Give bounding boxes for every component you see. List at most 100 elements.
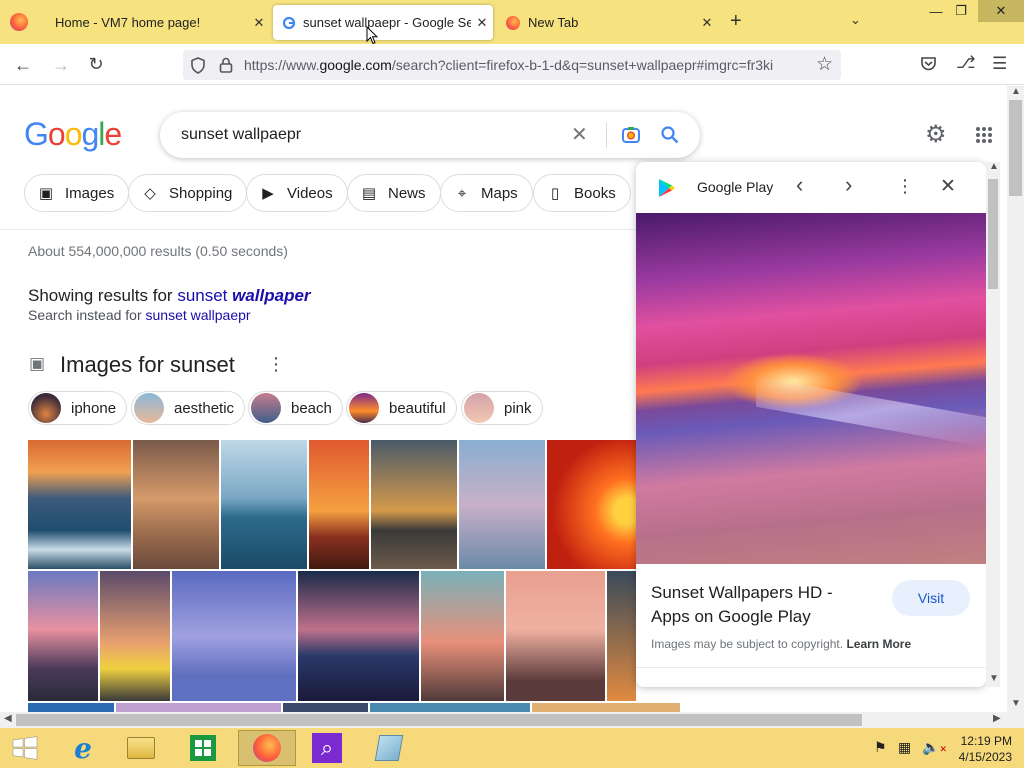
restore-icon[interactable]: ❐ <box>945 0 977 22</box>
image-result[interactable] <box>28 440 131 569</box>
extensions-puzzle-icon[interactable]: ⎇ <box>956 53 976 73</box>
filter-shopping[interactable]: ◇ Shopping <box>128 174 248 212</box>
learn-more-link[interactable]: Learn More <box>846 637 911 651</box>
previous-chevron-icon[interactable]: ‹ <box>796 172 803 198</box>
vertical-scroll-thumb[interactable] <box>1009 100 1022 196</box>
apps-grid-icon[interactable] <box>975 126 993 144</box>
file-explorer-icon[interactable] <box>116 730 166 766</box>
spelling-correction: Showing results for sunset wallpaper <box>28 286 311 305</box>
tab-new[interactable]: New Tab ✕ <box>496 5 718 40</box>
vertical-scrollbar[interactable]: ▲ ▼ <box>1007 86 1024 712</box>
panel-close-icon[interactable]: ✕ <box>940 175 956 198</box>
scroll-up-icon[interactable]: ▲ <box>1011 86 1021 97</box>
scroll-left-icon[interactable]: ◀ <box>4 713 12 724</box>
clock-time: 12:19 PM <box>960 734 1012 748</box>
lock-icon[interactable] <box>219 57 233 73</box>
original-query-link[interactable]: sunset wallpaepr <box>146 307 251 323</box>
url-text[interactable]: https://www.google.com/search?client=fir… <box>244 57 774 73</box>
clock[interactable]: 12:19 PM 4/15/2023 <box>948 733 1012 765</box>
image-result[interactable] <box>421 571 504 701</box>
image-result[interactable] <box>100 571 170 701</box>
refine-chip-pink[interactable]: pink <box>461 391 543 425</box>
filter-videos[interactable]: ▶ Videos <box>246 174 348 212</box>
scroll-up-icon[interactable]: ▲ <box>989 161 999 172</box>
book-icon: ▯ <box>550 185 560 202</box>
panel-more-icon[interactable]: ⋮ <box>896 176 914 197</box>
scroll-down-icon[interactable]: ▼ <box>989 673 999 684</box>
new-tab-plus-icon[interactable]: + <box>730 10 742 33</box>
image-result[interactable] <box>532 703 680 712</box>
store-icon[interactable] <box>178 730 228 766</box>
image-result[interactable] <box>116 703 281 712</box>
image-result[interactable] <box>547 440 636 569</box>
image-result[interactable] <box>506 571 605 701</box>
settings-gear-icon[interactable]: ⚙ <box>925 120 947 149</box>
internet-explorer-icon[interactable]: e <box>58 730 108 766</box>
pocket-icon[interactable] <box>920 56 937 72</box>
horizontal-scroll-thumb[interactable] <box>16 714 862 726</box>
images-section-title: Images for sunset <box>60 352 235 377</box>
image-result[interactable] <box>371 440 457 569</box>
panel-scroll-thumb[interactable] <box>988 179 998 289</box>
refine-chip-aesthetic[interactable]: aesthetic <box>131 391 246 425</box>
address-bar[interactable]: https://www.google.com/search?client=fir… <box>183 50 841 80</box>
image-result[interactable] <box>459 440 545 569</box>
filter-news[interactable]: ▤ News <box>347 174 441 212</box>
search-input[interactable]: sunset wallpaepr <box>181 126 301 144</box>
bookmark-star-icon[interactable]: ☆ <box>816 53 833 76</box>
scroll-down-icon[interactable]: ▼ <box>1011 698 1021 709</box>
image-result[interactable] <box>607 571 636 701</box>
back-arrow-icon[interactable]: ← <box>12 54 34 76</box>
shield-icon[interactable] <box>190 57 206 74</box>
close-icon[interactable]: ✕ <box>471 15 493 31</box>
google-logo[interactable]: Google <box>24 116 122 153</box>
network-icon[interactable]: ▦ <box>898 739 911 756</box>
image-result[interactable] <box>133 440 219 569</box>
firefox-taskbar-icon[interactable] <box>238 730 296 766</box>
search-box[interactable]: sunset wallpaepr ✕ <box>160 112 700 158</box>
filter-maps[interactable]: ⌖ Maps <box>440 174 533 212</box>
chip-thumbnail <box>251 393 281 423</box>
reload-icon[interactable]: ↻ <box>85 53 107 75</box>
refine-chip-iphone[interactable]: iphone <box>28 391 128 425</box>
flag-icon[interactable]: ⚑ <box>874 739 887 756</box>
search-app-icon[interactable]: ⌕ <box>302 730 352 766</box>
filter-books[interactable]: ▯ Books <box>533 174 631 212</box>
window-close-icon[interactable]: ✕ <box>978 0 1024 22</box>
scroll-right-icon[interactable]: ▶ <box>993 713 1001 724</box>
panel-title[interactable]: Sunset Wallpapers HD - Apps on Google Pla… <box>651 581 833 629</box>
volume-muted-icon[interactable]: 🔈✕ <box>922 739 947 756</box>
image-result[interactable] <box>283 703 368 712</box>
image-result[interactable] <box>28 571 98 701</box>
forward-arrow-icon[interactable]: → <box>50 54 72 76</box>
tab-google-search[interactable]: sunset wallpaepr - Google Sear ✕ <box>273 5 493 40</box>
image-result[interactable] <box>298 571 419 701</box>
image-result[interactable] <box>309 440 369 569</box>
corrected-query-link[interactable]: sunset wallpaper <box>177 286 310 305</box>
notepad-icon[interactable] <box>364 730 414 766</box>
filter-images[interactable]: ▣ Images <box>24 174 130 212</box>
panel-source[interactable]: Google Play <box>697 179 773 195</box>
close-icon[interactable]: ✕ <box>696 15 718 31</box>
panel-scrollbar[interactable]: ▲ ▼ <box>986 161 1000 687</box>
more-options-icon[interactable]: ⋮ <box>267 354 285 374</box>
hamburger-menu-icon[interactable]: ☰ <box>992 54 1007 74</box>
image-result[interactable] <box>172 571 296 701</box>
close-icon[interactable]: ✕ <box>248 15 270 31</box>
image-result[interactable] <box>370 703 530 712</box>
search-icon[interactable] <box>660 125 680 145</box>
windows-start-icon[interactable] <box>0 730 50 766</box>
image-result[interactable] <box>28 703 114 712</box>
image-result[interactable] <box>221 440 307 569</box>
visit-button[interactable]: Visit <box>892 580 970 616</box>
camera-lens-icon[interactable] <box>621 125 641 145</box>
tab-home[interactable]: Home - VM7 home page! ✕ <box>44 5 270 40</box>
refine-chip-beach[interactable]: beach <box>248 391 343 425</box>
horizontal-scrollbar[interactable]: ◀ ▶ <box>0 712 1007 728</box>
tab-list-chevron-icon[interactable]: ⌄ <box>850 12 861 28</box>
refine-chip-beautiful[interactable]: beautiful <box>346 391 457 425</box>
next-chevron-icon[interactable]: › <box>845 172 852 198</box>
tab-strip: Home - VM7 home page! ✕ sunset wallpaepr… <box>0 0 1024 44</box>
firefox-menu-icon[interactable] <box>10 13 28 31</box>
clear-search-icon[interactable]: ✕ <box>571 122 588 147</box>
